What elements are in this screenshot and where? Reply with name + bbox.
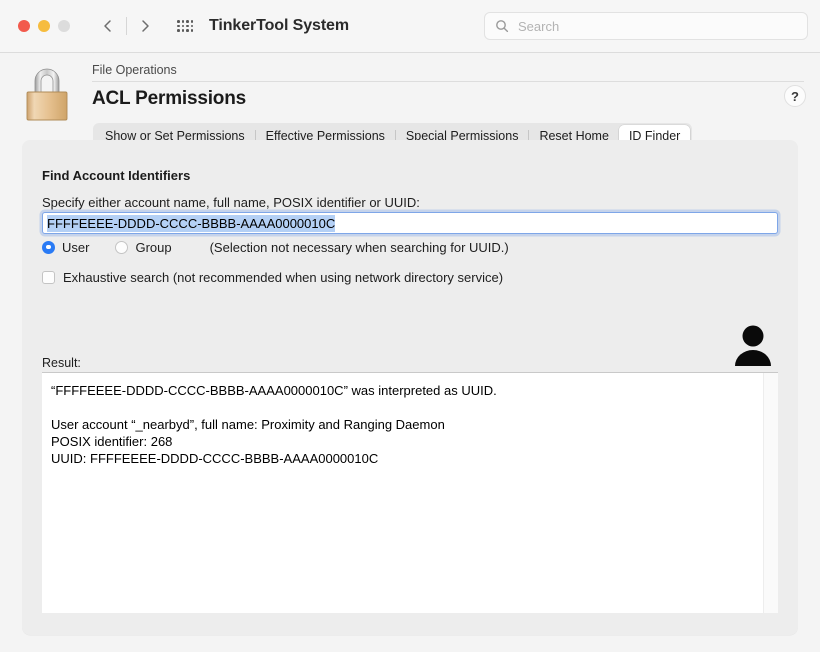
grid-view-icon[interactable] (177, 18, 194, 34)
search-input[interactable] (516, 17, 780, 35)
account-type-radio-group: User Group (Selection not necessary when… (42, 238, 509, 256)
radio-user[interactable] (42, 240, 55, 254)
section-title: Find Account Identifiers (42, 168, 191, 183)
result-scrollbar[interactable] (763, 373, 778, 613)
radio-user-label: User (62, 239, 90, 255)
help-button[interactable]: ? (784, 85, 806, 107)
page-title: ACL Permissions (92, 88, 246, 109)
header-text-block: File Operations ACL Permissions (92, 63, 804, 110)
exhaustive-search-label: Exhaustive search (not recommended when … (63, 269, 504, 285)
window-title: TinkerTool System (209, 17, 349, 34)
search-icon (495, 19, 509, 33)
traffic-lights (18, 20, 70, 32)
nav-divider (126, 17, 127, 35)
exhaustive-search-checkbox[interactable] (42, 270, 55, 284)
radio-group-label: Group (135, 239, 172, 255)
app-window: TinkerTool System Search File Operations… (0, 0, 820, 652)
person-icon (730, 322, 776, 366)
zoom-button[interactable] (58, 20, 70, 32)
identifier-input-value: FFFFEEEE-DDDD-CCCC-BBBB-AAAA0000010C (47, 214, 336, 232)
breadcrumb: File Operations (92, 63, 804, 82)
result-text: “FFFFEEEE-DDDD-CCCC-BBBB-AAAA0000010C” w… (51, 383, 497, 466)
titlebar: TinkerTool System (0, 0, 820, 53)
content-panel: Find Account Identifiers Specify either … (22, 140, 798, 635)
back-chevron-icon[interactable] (94, 12, 122, 40)
exhaustive-search-row[interactable]: Exhaustive search (not recommended when … (42, 268, 503, 286)
padlock-icon (18, 63, 76, 125)
result-textarea[interactable]: “FFFFEEEE-DDDD-CCCC-BBBB-AAAA0000010C” w… (42, 372, 778, 613)
close-button[interactable] (18, 20, 30, 32)
result-label: Result: (42, 356, 81, 370)
radio-group[interactable] (115, 240, 129, 254)
navigation-group (94, 12, 159, 40)
identifier-input[interactable]: FFFFEEEE-DDDD-CCCC-BBBB-AAAA0000010C (42, 212, 778, 234)
identifier-field-label: Specify either account name, full name, … (42, 195, 420, 210)
forward-chevron-icon[interactable] (131, 12, 159, 40)
search-field[interactable] (484, 12, 808, 40)
minimize-button[interactable] (38, 20, 50, 32)
radio-selection-note: (Selection not necessary when searching … (209, 239, 509, 255)
